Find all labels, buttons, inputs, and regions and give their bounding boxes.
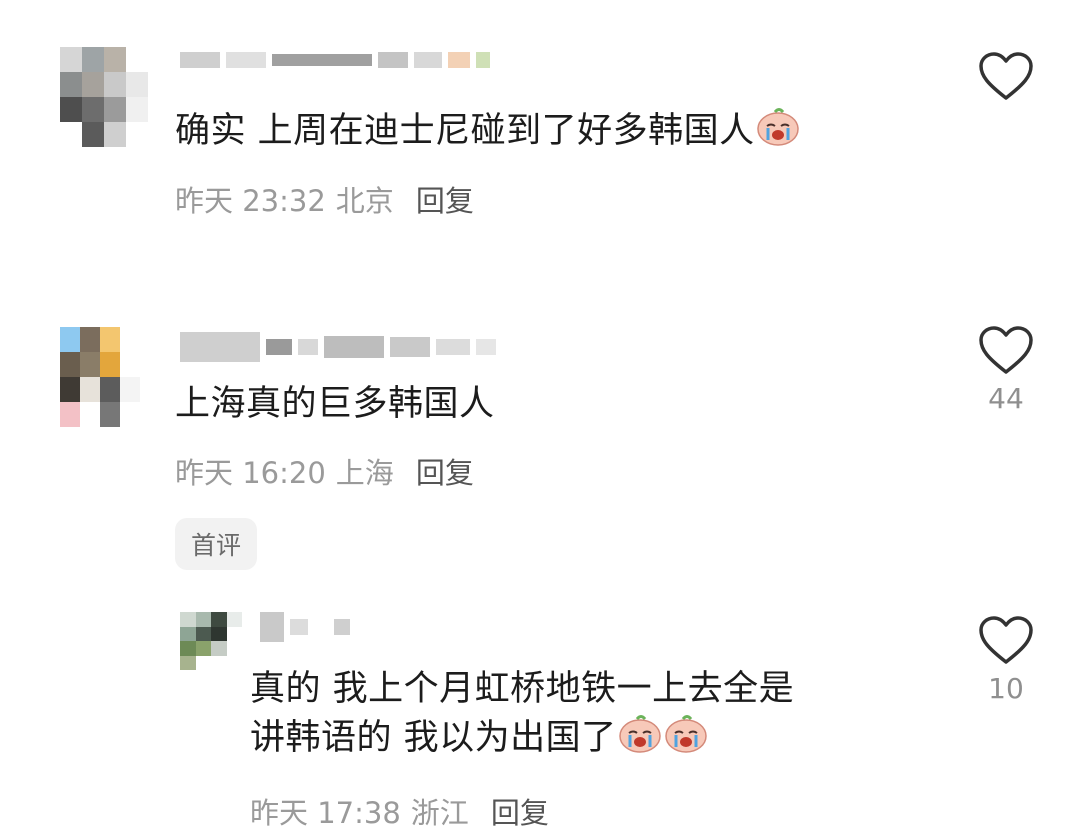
- crying-face-emoji-icon: [617, 713, 663, 754]
- heart-outline-icon: [979, 616, 1033, 664]
- reply-text-line-2: 讲韩语的 我以为出国了: [250, 713, 794, 762]
- comment-location: 北京: [335, 184, 394, 218]
- reply-time: 昨天 17:38: [250, 796, 401, 830]
- reply-comment: 真的 我上个月虹桥地铁一上去全是 讲韩语的 我以为出国了 昨天 17:38 浙江回…: [0, 600, 1065, 837]
- comment-1: 确实 上周在迪士尼碰到了好多韩国人 昨天 23:32 北京 回复: [0, 0, 1065, 230]
- first-comment-badge: 首评: [175, 518, 258, 570]
- reply-location: 浙江: [410, 796, 469, 830]
- like-button[interactable]: 44: [976, 326, 1036, 415]
- avatar[interactable]: [60, 327, 140, 427]
- reply-button[interactable]: 回复: [416, 184, 474, 218]
- username-blurred[interactable]: [180, 332, 502, 362]
- comment-text: 上海真的巨多韩国人: [175, 380, 495, 428]
- comment-location: 上海: [335, 456, 394, 490]
- avatar[interactable]: [180, 612, 242, 670]
- comment-time: 昨天 16:20: [175, 456, 326, 490]
- avatar[interactable]: [60, 47, 148, 147]
- comment-time: 昨天 23:32: [175, 184, 326, 218]
- reply-button[interactable]: 回复: [491, 796, 549, 830]
- like-button[interactable]: [976, 52, 1036, 108]
- comment-2: 上海真的巨多韩国人 昨天 16:20 上海 回复 首评 44: [0, 300, 1065, 600]
- comment-meta: 昨天 16:20 上海 回复: [175, 450, 484, 492]
- comment-text-content: 确实 上周在迪士尼碰到了好多韩国人: [175, 111, 755, 151]
- like-button[interactable]: 10: [976, 616, 1036, 705]
- reply-button[interactable]: 回复: [416, 456, 474, 490]
- heart-outline-icon: [979, 52, 1033, 100]
- reply-text: 真的 我上个月虹桥地铁一上去全是 讲韩语的 我以为出国了: [250, 665, 794, 763]
- heart-outline-icon: [979, 326, 1033, 374]
- username-blurred[interactable]: [180, 52, 496, 68]
- username-blurred[interactable]: [260, 612, 356, 642]
- crying-face-emoji-icon: [663, 713, 709, 754]
- like-count: 10: [988, 672, 1024, 705]
- reply-text-line-2-content: 讲韩语的 我以为出国了: [250, 718, 617, 759]
- comment-text-content: 上海真的巨多韩国人: [175, 384, 495, 424]
- comment-text: 确实 上周在迪士尼碰到了好多韩国人: [175, 106, 801, 155]
- crying-face-emoji-icon: [755, 106, 801, 146]
- comment-meta: 昨天 23:32 北京 回复: [175, 178, 484, 220]
- reply-meta: 昨天 17:38 浙江 回复: [250, 790, 559, 832]
- reply-text-line-1: 真的 我上个月虹桥地铁一上去全是: [250, 669, 795, 709]
- like-count: 44: [988, 382, 1024, 415]
